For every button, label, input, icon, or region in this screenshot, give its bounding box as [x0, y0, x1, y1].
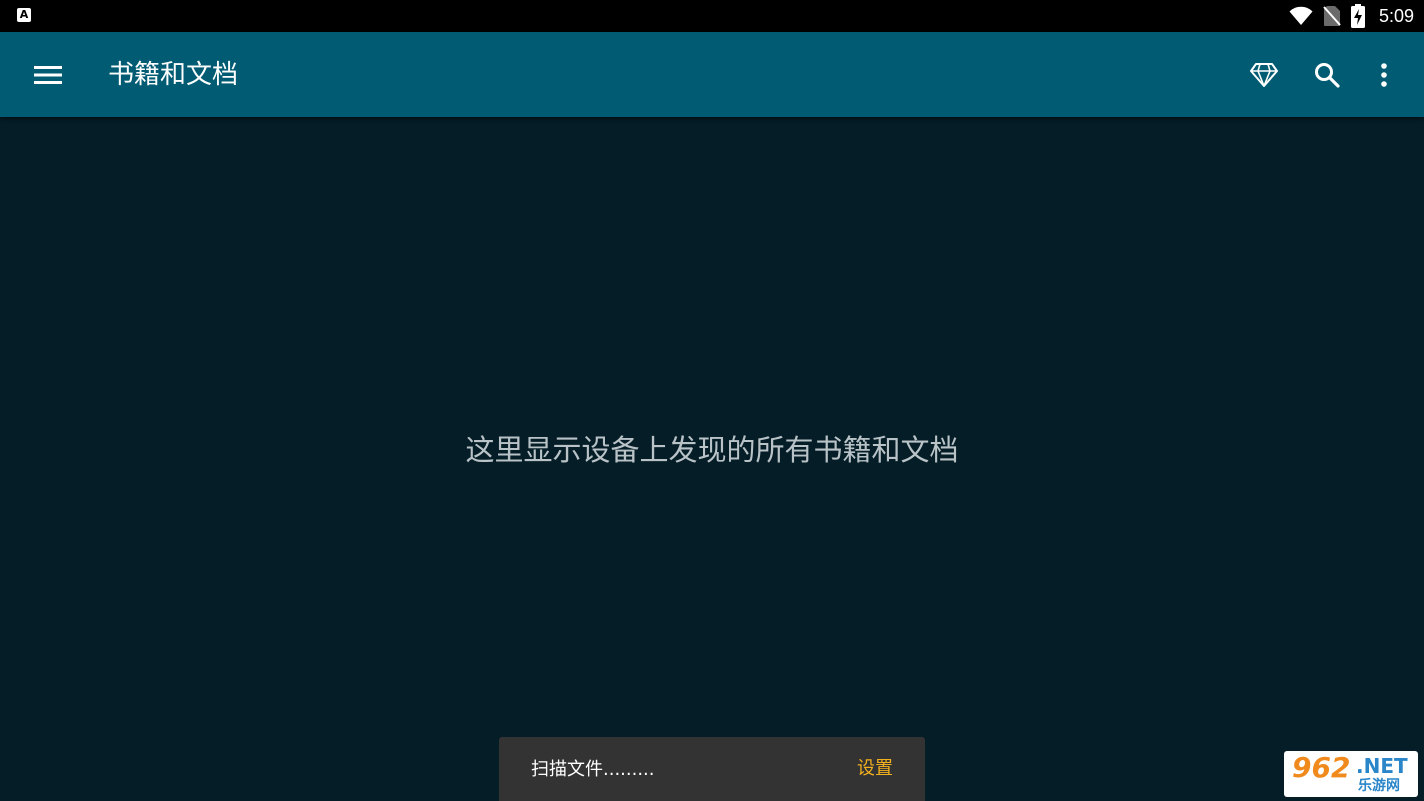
page-title: 书籍和文档 — [108, 60, 239, 90]
diamond-icon — [1250, 63, 1278, 87]
wifi-icon — [1289, 6, 1313, 25]
watermark-chinese: 乐游网 — [1358, 778, 1400, 794]
more-vert-icon — [1381, 63, 1387, 87]
app-bar: 书籍和文档 — [0, 32, 1424, 117]
status-icons: 5:09 — [1289, 0, 1414, 32]
empty-state-message: 这里显示设备上发现的所有书籍和文档 — [465, 433, 959, 467]
menu-button[interactable] — [22, 50, 74, 100]
battery-charging-icon — [1350, 4, 1365, 28]
premium-button[interactable] — [1239, 50, 1289, 100]
no-sim-icon — [1323, 6, 1341, 26]
menu-icon — [34, 66, 62, 84]
watermark-logo: 962 .NET 乐游网 — [1284, 751, 1418, 797]
status-time: 5:09 — [1378, 5, 1414, 26]
status-bar: A 5:09 — [0, 0, 1424, 32]
settings-action-button[interactable]: 设置 — [851, 751, 899, 787]
a-badge-icon: A — [17, 8, 31, 22]
watermark-suffix: .NET — [1356, 754, 1408, 778]
more-options-button[interactable] — [1359, 50, 1409, 100]
snackbar-message: 扫描文件......... — [531, 759, 655, 780]
snackbar: 扫描文件......... 设置 — [499, 737, 925, 801]
search-button[interactable] — [1302, 50, 1352, 100]
search-icon — [1315, 63, 1340, 88]
watermark-number: 962 — [1292, 751, 1351, 784]
